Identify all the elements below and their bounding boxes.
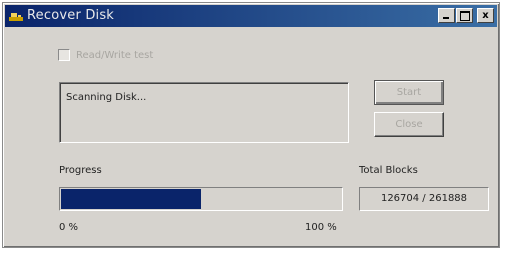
status-text: Scanning Disk... — [66, 92, 147, 103]
minimize-icon — [443, 17, 449, 19]
progress-max-label: 100 % — [305, 222, 337, 233]
title-bar[interactable]: Recover Disk x — [5, 5, 497, 27]
read-write-test-option: Read/Write test — [58, 49, 153, 61]
progress-fill — [61, 189, 201, 209]
close-window-button[interactable]: x — [477, 8, 494, 23]
maximize-icon — [460, 11, 470, 21]
progress-label: Progress — [59, 165, 102, 176]
close-icon: x — [482, 10, 489, 21]
maximize-button[interactable] — [456, 8, 473, 23]
read-write-test-checkbox[interactable] — [58, 49, 70, 61]
progress-bar — [59, 187, 343, 211]
status-box: Scanning Disk... — [59, 82, 349, 143]
window-controls: x — [438, 8, 494, 23]
window-title: Recover Disk — [27, 8, 115, 23]
recover-disk-dialog: Recover Disk x Read/Write test Scanning … — [2, 2, 500, 248]
start-button[interactable]: Start — [374, 80, 444, 105]
progress-min-label: 0 % — [59, 222, 79, 233]
minimize-button[interactable] — [438, 8, 455, 23]
total-blocks-label: Total Blocks — [359, 165, 418, 176]
app-icon — [8, 9, 24, 23]
read-write-test-label: Read/Write test — [76, 49, 154, 61]
total-blocks-value: 126704 / 261888 — [359, 187, 489, 211]
close-button[interactable]: Close — [374, 112, 444, 137]
